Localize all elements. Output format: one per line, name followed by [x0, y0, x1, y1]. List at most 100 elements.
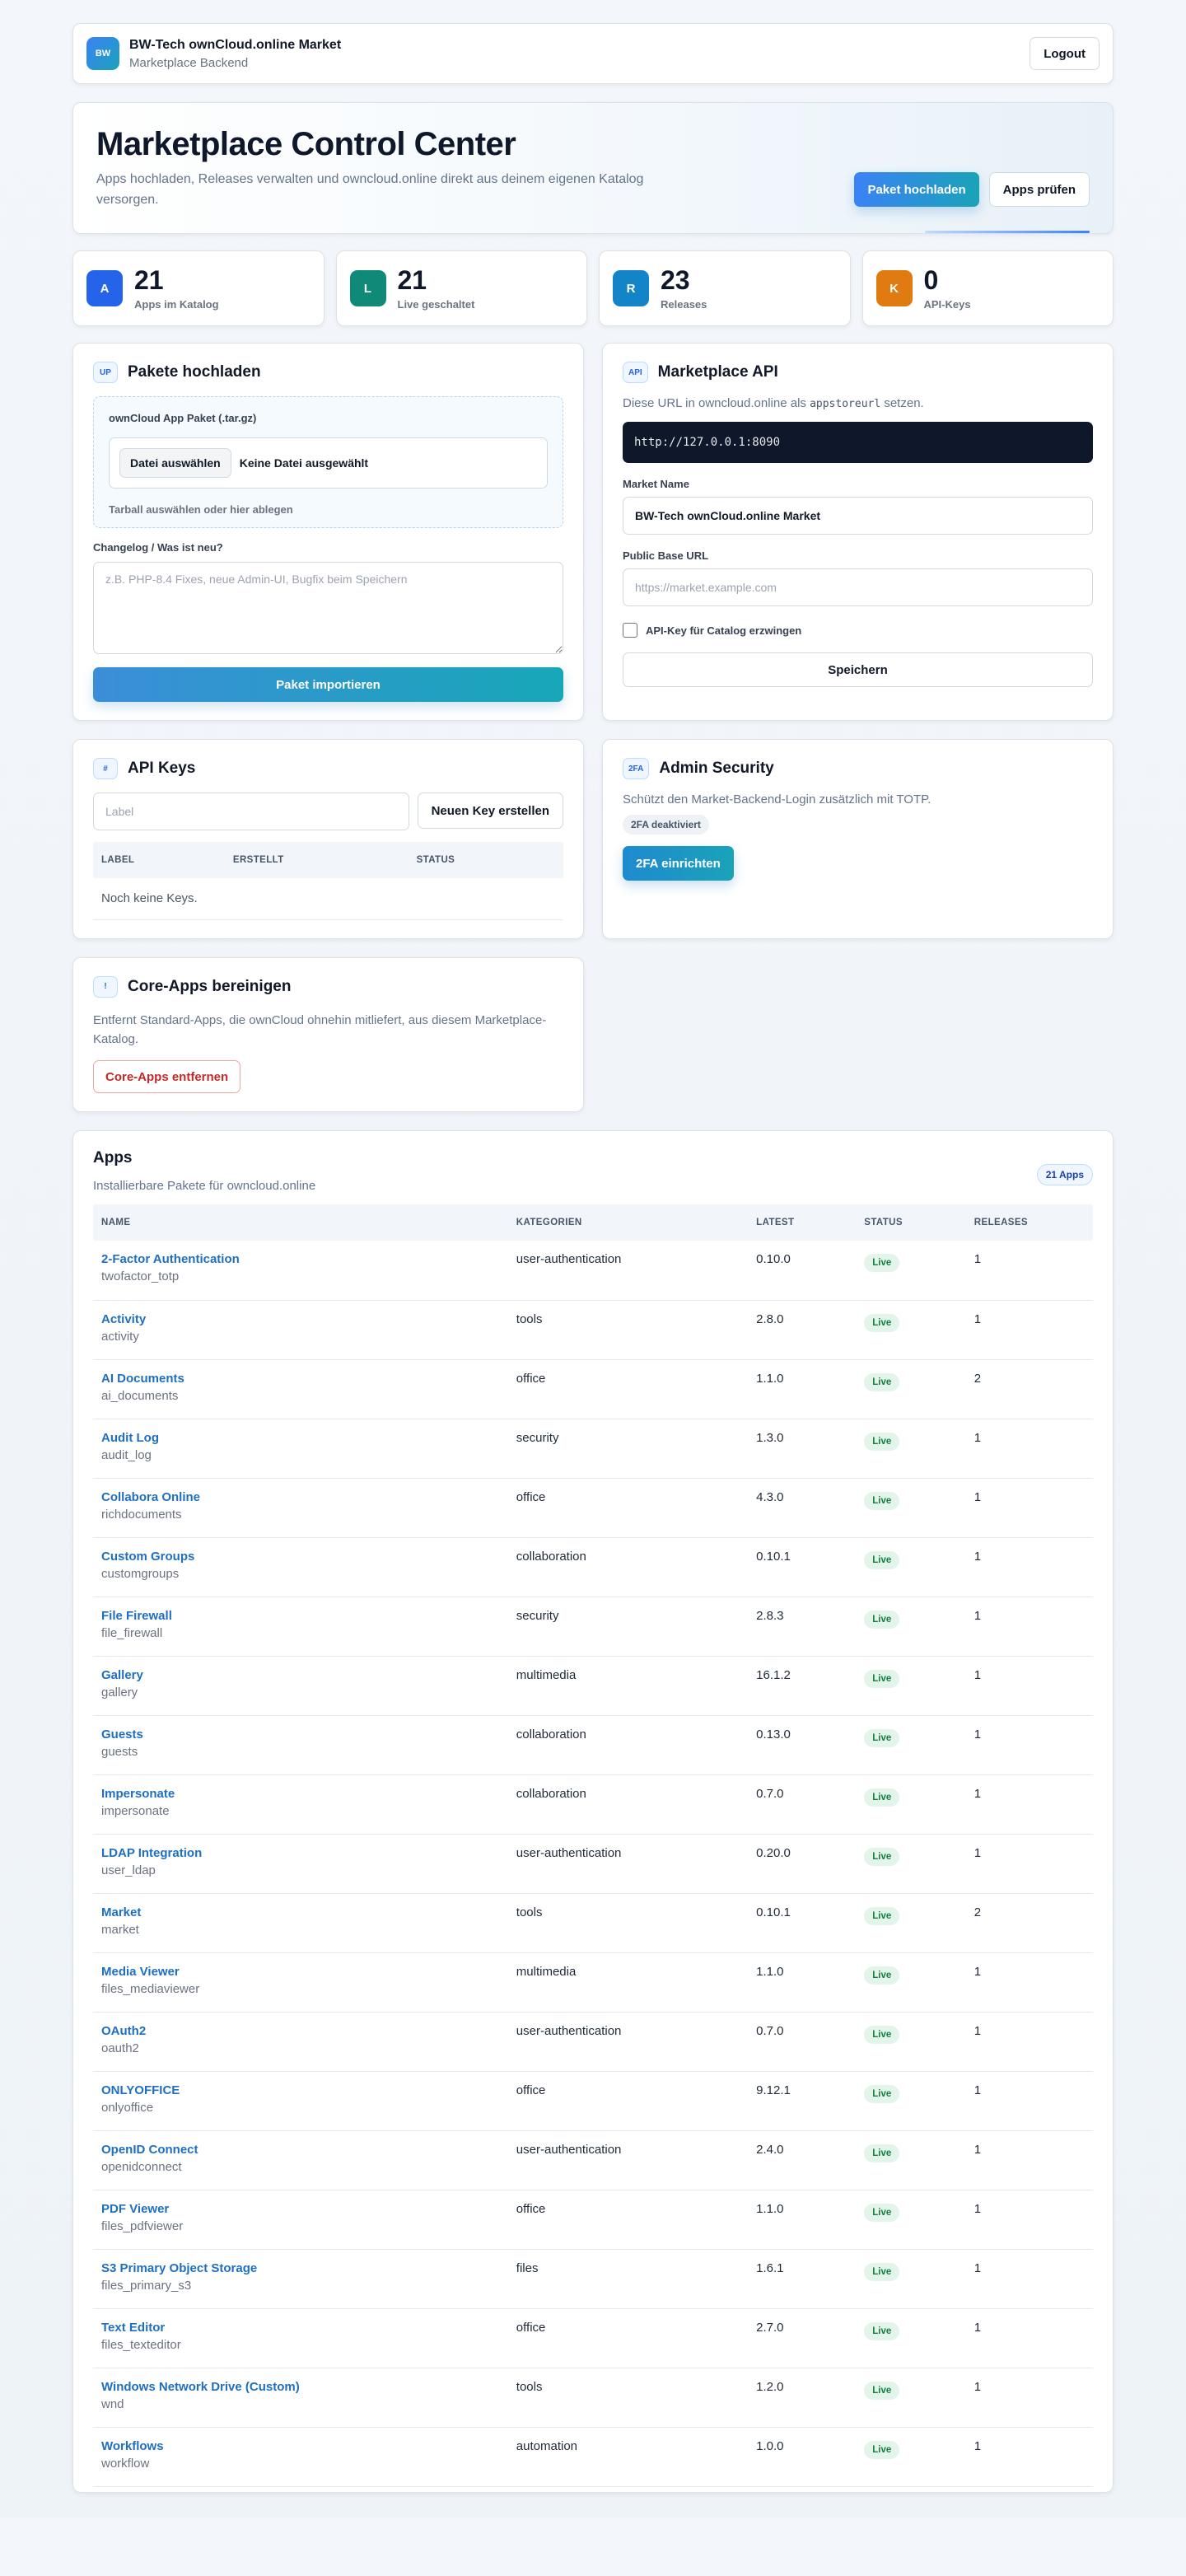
app-category: tools — [507, 2368, 749, 2428]
file-status: Keine Datei ausgewählt — [239, 456, 369, 470]
changelog-textarea[interactable] — [93, 562, 563, 654]
app-category: office — [507, 2071, 749, 2131]
app-category: user-authentication — [507, 1241, 749, 1301]
app-id: oauth2 — [101, 2041, 139, 2055]
app-name-cell: PDF Viewer files_pdfviewer — [93, 2190, 508, 2250]
stat-value: 21 — [134, 264, 164, 295]
app-name-cell: Windows Network Drive (Custom) wnd — [93, 2368, 508, 2428]
check-apps-button[interactable]: Apps prüfen — [988, 172, 1090, 207]
key-label-input[interactable] — [93, 792, 409, 830]
api-panel: API Marketplace API Diese URL in ownclou… — [602, 343, 1114, 721]
app-latest-version: 1.6.1 — [748, 2249, 857, 2309]
app-name-link[interactable]: Audit Log — [101, 1431, 500, 1445]
app-category: user-authentication — [507, 1834, 749, 1894]
app-name-link[interactable]: Impersonate — [101, 1787, 500, 1801]
app-name-link[interactable]: LDAP Integration — [101, 1846, 500, 1860]
app-name-link[interactable]: Custom Groups — [101, 1550, 500, 1564]
app-id: wnd — [101, 2396, 124, 2411]
status-badge: Live — [864, 2381, 900, 2400]
app-name-cell: AI Documents ai_documents — [93, 1359, 508, 1419]
app-category: multimedia — [507, 1656, 749, 1716]
app-latest-version: 1.3.0 — [748, 1419, 857, 1479]
status-badge: Live — [864, 1610, 900, 1629]
app-name-cell: Workflows workflow — [93, 2427, 508, 2487]
appstoreurl-code: appstoreurl — [810, 398, 881, 410]
app-name-link[interactable]: S3 Primary Object Storage — [101, 2261, 500, 2275]
apps-table-body: 2-Factor Authentication twofactor_totp use… — [93, 1241, 1093, 2487]
app-name-cell: Activity activity — [93, 1300, 508, 1360]
logout-button[interactable]: Logout — [1030, 37, 1100, 70]
app-status-cell: Live — [856, 1359, 966, 1419]
base-url-input[interactable] — [623, 568, 1093, 606]
app-id: gallery — [101, 1685, 138, 1699]
app-name-link[interactable]: OAuth2 — [101, 2024, 500, 2038]
app-name-link[interactable]: 2-Factor Authentication — [101, 1252, 500, 1266]
app-name-link[interactable]: Text Editor — [101, 2321, 500, 2335]
core-apps-title: Core-Apps bereinigen — [128, 977, 292, 995]
base-url-label: Public Base URL — [623, 549, 709, 562]
stat-label: API-Keys — [923, 297, 971, 311]
app-status-cell: Live — [856, 1597, 966, 1657]
app-releases: 1 — [965, 2308, 1093, 2368]
app-name-link[interactable]: OpenID Connect — [101, 2143, 500, 2157]
app-status-cell: Live — [856, 1893, 966, 1953]
remove-core-apps-button[interactable]: Core-Apps entfernen — [93, 1060, 241, 1093]
app-status-cell: Live — [856, 2249, 966, 2309]
import-package-button[interactable]: Paket importieren — [93, 667, 563, 702]
app-name-link[interactable]: Market — [101, 1905, 500, 1919]
app-name-link[interactable]: AI Documents — [101, 1372, 500, 1386]
app-name-link[interactable]: Windows Network Drive (Custom) — [101, 2380, 500, 2394]
app-id: guests — [101, 1744, 138, 1759]
status-badge: Live — [864, 1432, 900, 1451]
package-dropzone[interactable]: ownCloud App Paket (.tar.gz) Datei auswä… — [93, 396, 563, 528]
app-name-cell: File Firewall file_firewall — [93, 1597, 508, 1657]
app-name-cell: OAuth2 oauth2 — [93, 2012, 508, 2072]
app-name-link[interactable]: Guests — [101, 1727, 500, 1741]
app-releases: 1 — [965, 2190, 1093, 2250]
app-name-cell: Market market — [93, 1893, 508, 1953]
app-releases: 1 — [965, 1241, 1093, 1301]
app-name-link[interactable]: Collabora Online — [101, 1490, 500, 1504]
app-name-link[interactable]: Workflows — [101, 2439, 500, 2453]
file-input[interactable]: Datei auswählen Keine Datei ausgewählt — [109, 437, 548, 489]
setup-2fa-button[interactable]: 2FA einrichten — [623, 846, 734, 881]
app-name-cell: Custom Groups customgroups — [93, 1537, 508, 1597]
upload-package-button[interactable]: Paket hochladen — [854, 172, 979, 207]
app-latest-version: 4.3.0 — [748, 1478, 857, 1538]
app-name-link[interactable]: ONLYOFFICE — [101, 2083, 500, 2097]
table-row: Workflows workflow automation 1.0.0 Live 1 — [93, 2427, 1093, 2487]
app-status-cell: Live — [856, 2012, 966, 2072]
app-category: collaboration — [507, 1774, 749, 1835]
hash-icon: # — [93, 758, 118, 779]
app-name-link[interactable]: Gallery — [101, 1668, 500, 1682]
apps-subtitle: Installierbare Pakete für owncloud.onlin… — [93, 1179, 316, 1193]
table-row: Guests guests collaboration 0.13.0 Live 1 — [93, 1715, 1093, 1775]
app-name-link[interactable]: PDF Viewer — [101, 2202, 500, 2216]
app-releases: 1 — [965, 1300, 1093, 1360]
status-badge: Live — [864, 1788, 900, 1807]
2fa-status-badge: 2FA deaktiviert — [623, 815, 709, 835]
market-name-input[interactable] — [623, 497, 1093, 535]
table-row: Text Editor files_texteditor office 2.7.0 Li… — [93, 2308, 1093, 2368]
app-category: collaboration — [507, 1537, 749, 1597]
table-row: 2-Factor Authentication twofactor_totp use… — [93, 1241, 1093, 1301]
create-key-button[interactable]: Neuen Key erstellen — [417, 792, 563, 829]
app-name-link[interactable]: Activity — [101, 1312, 500, 1326]
app-status-cell: Live — [856, 1241, 966, 1301]
app-releases: 1 — [965, 1774, 1093, 1835]
choose-file-button[interactable]: Datei auswählen — [119, 448, 231, 478]
column-label: LABEL — [93, 842, 225, 878]
app-status-cell: Live — [856, 2190, 966, 2250]
app-name-link[interactable]: Media Viewer — [101, 1965, 500, 1979]
market-name-label: Market Name — [623, 478, 689, 490]
table-row: ONLYOFFICE onlyoffice office 9.12.1 Live 1 — [93, 2071, 1093, 2131]
app-name-cell: ONLYOFFICE onlyoffice — [93, 2071, 508, 2131]
app-name-link[interactable]: File Firewall — [101, 1609, 500, 1623]
brand: BW BW-Tech ownCloud.online Market Market… — [86, 37, 341, 70]
stat-label: Live geschaltet — [397, 297, 475, 311]
force-key-checkbox[interactable] — [623, 623, 637, 638]
live-stat-icon: L — [349, 270, 386, 306]
api-url-box[interactable]: http://127.0.0.1:8090 — [623, 422, 1093, 463]
save-button[interactable]: Speichern — [623, 652, 1093, 687]
table-row: PDF Viewer files_pdfviewer office 1.1.0 Live… — [93, 2190, 1093, 2250]
